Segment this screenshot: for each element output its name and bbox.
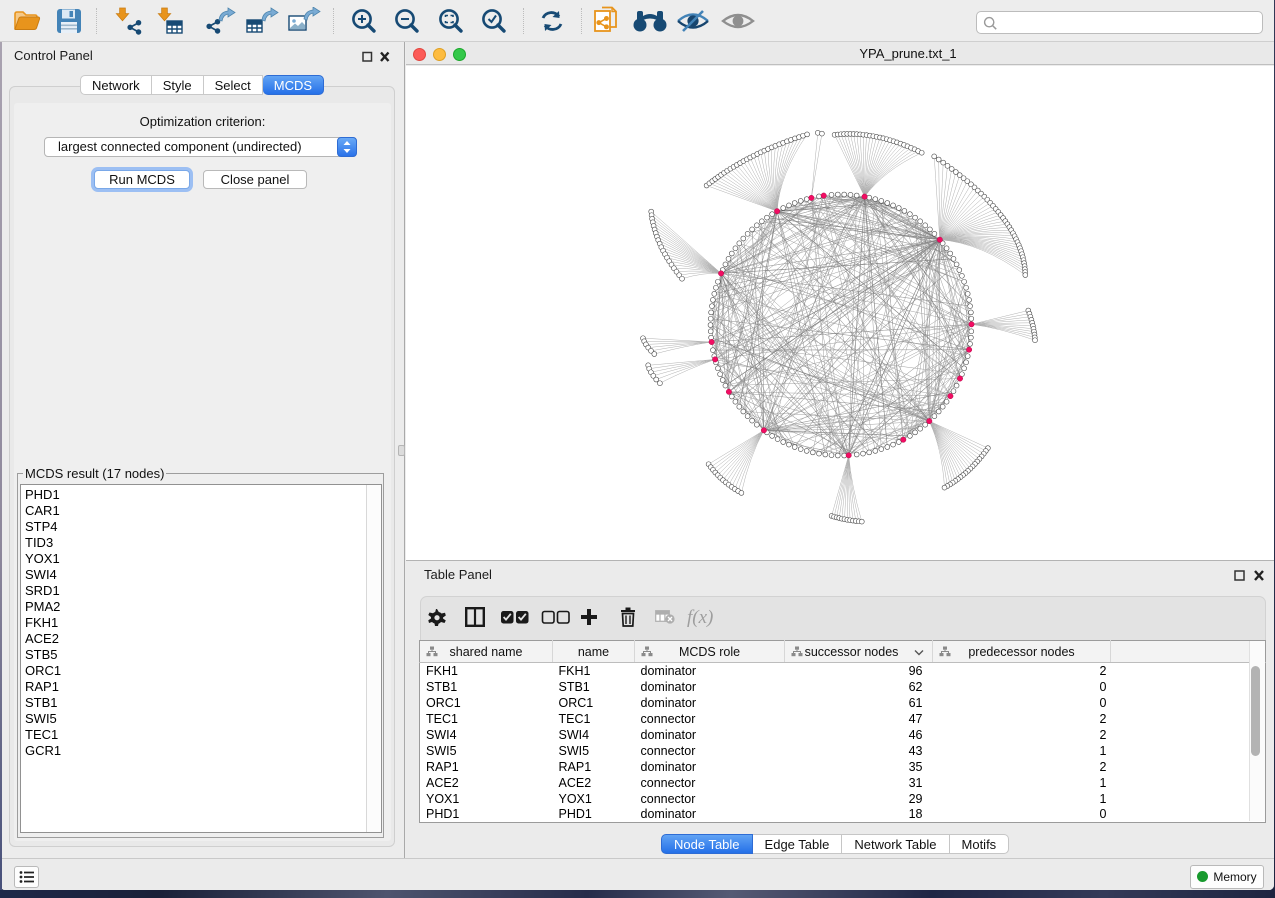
svg-text:f(x): f(x): [687, 607, 713, 628]
